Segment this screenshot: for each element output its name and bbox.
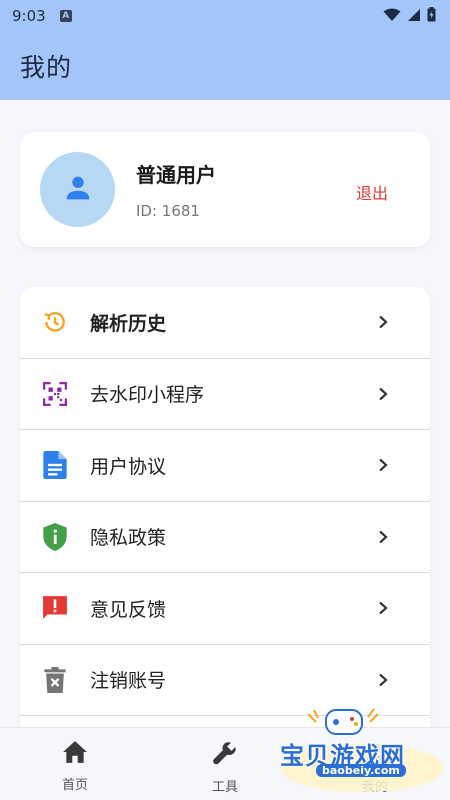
logout-button[interactable]: 退出: [356, 180, 388, 204]
person-icon: [362, 740, 388, 770]
chevron-right-icon: [376, 530, 390, 544]
profile-card: 普通用户 ID: 1681 退出: [20, 132, 430, 247]
menu-item-history[interactable]: 解析历史: [20, 287, 430, 359]
menu-list: 解析历史 去水印小程序 用户协议 隐私政策 意见反馈 注销账号: [20, 287, 430, 747]
nav-tab-home[interactable]: 首页: [0, 728, 150, 800]
delete-icon: [41, 666, 69, 694]
menu-label: 注销账号: [90, 670, 167, 693]
home-icon: [62, 740, 88, 768]
avatar[interactable]: [40, 152, 115, 227]
chevron-right-icon: [376, 673, 390, 687]
user-id: ID: 1681: [136, 202, 200, 220]
nav-label: 首页: [61, 778, 88, 793]
document-icon: [41, 451, 69, 480]
history-icon: [41, 308, 69, 336]
wrench-icon: [212, 740, 238, 770]
qr-code-icon: [41, 380, 69, 408]
battery-icon: [427, 6, 436, 26]
status-time: 9:03: [12, 7, 46, 25]
menu-label: 去水印小程序: [90, 384, 205, 407]
menu-label: 意见反馈: [90, 598, 167, 621]
nav-tab-tools[interactable]: 工具: [150, 728, 300, 800]
nav-tab-mine[interactable]: 我的: [300, 728, 450, 800]
app-bar: 我的: [0, 32, 450, 100]
notification-badge-icon: A: [59, 10, 72, 22]
menu-label: 用户协议: [90, 455, 167, 478]
menu-item-feedback[interactable]: 意见反馈: [20, 573, 430, 645]
nav-label: 我的: [361, 780, 388, 795]
feedback-icon: [41, 594, 69, 622]
wifi-icon: [383, 7, 401, 26]
shield-icon: [41, 522, 69, 551]
menu-label: 解析历史: [90, 312, 167, 335]
nav-label: 工具: [211, 780, 238, 795]
menu-item-miniprogram[interactable]: 去水印小程序: [20, 359, 430, 430]
chevron-right-icon: [376, 387, 390, 401]
status-bar: 9:03 A: [0, 0, 450, 32]
user-name: 普通用户: [136, 163, 216, 187]
person-icon: [61, 171, 95, 209]
chevron-right-icon: [376, 458, 390, 472]
bottom-nav: 首页 工具 我的: [0, 727, 450, 800]
menu-item-privacy-policy[interactable]: 隐私政策: [20, 502, 430, 573]
chevron-right-icon: [376, 601, 390, 615]
menu-item-user-agreement[interactable]: 用户协议: [20, 430, 430, 502]
signal-icon: [407, 7, 421, 26]
chevron-right-icon: [376, 315, 390, 329]
page-title: 我的: [20, 53, 73, 82]
menu-label: 隐私政策: [90, 527, 167, 550]
menu-item-delete-account[interactable]: 注销账号: [20, 645, 430, 716]
